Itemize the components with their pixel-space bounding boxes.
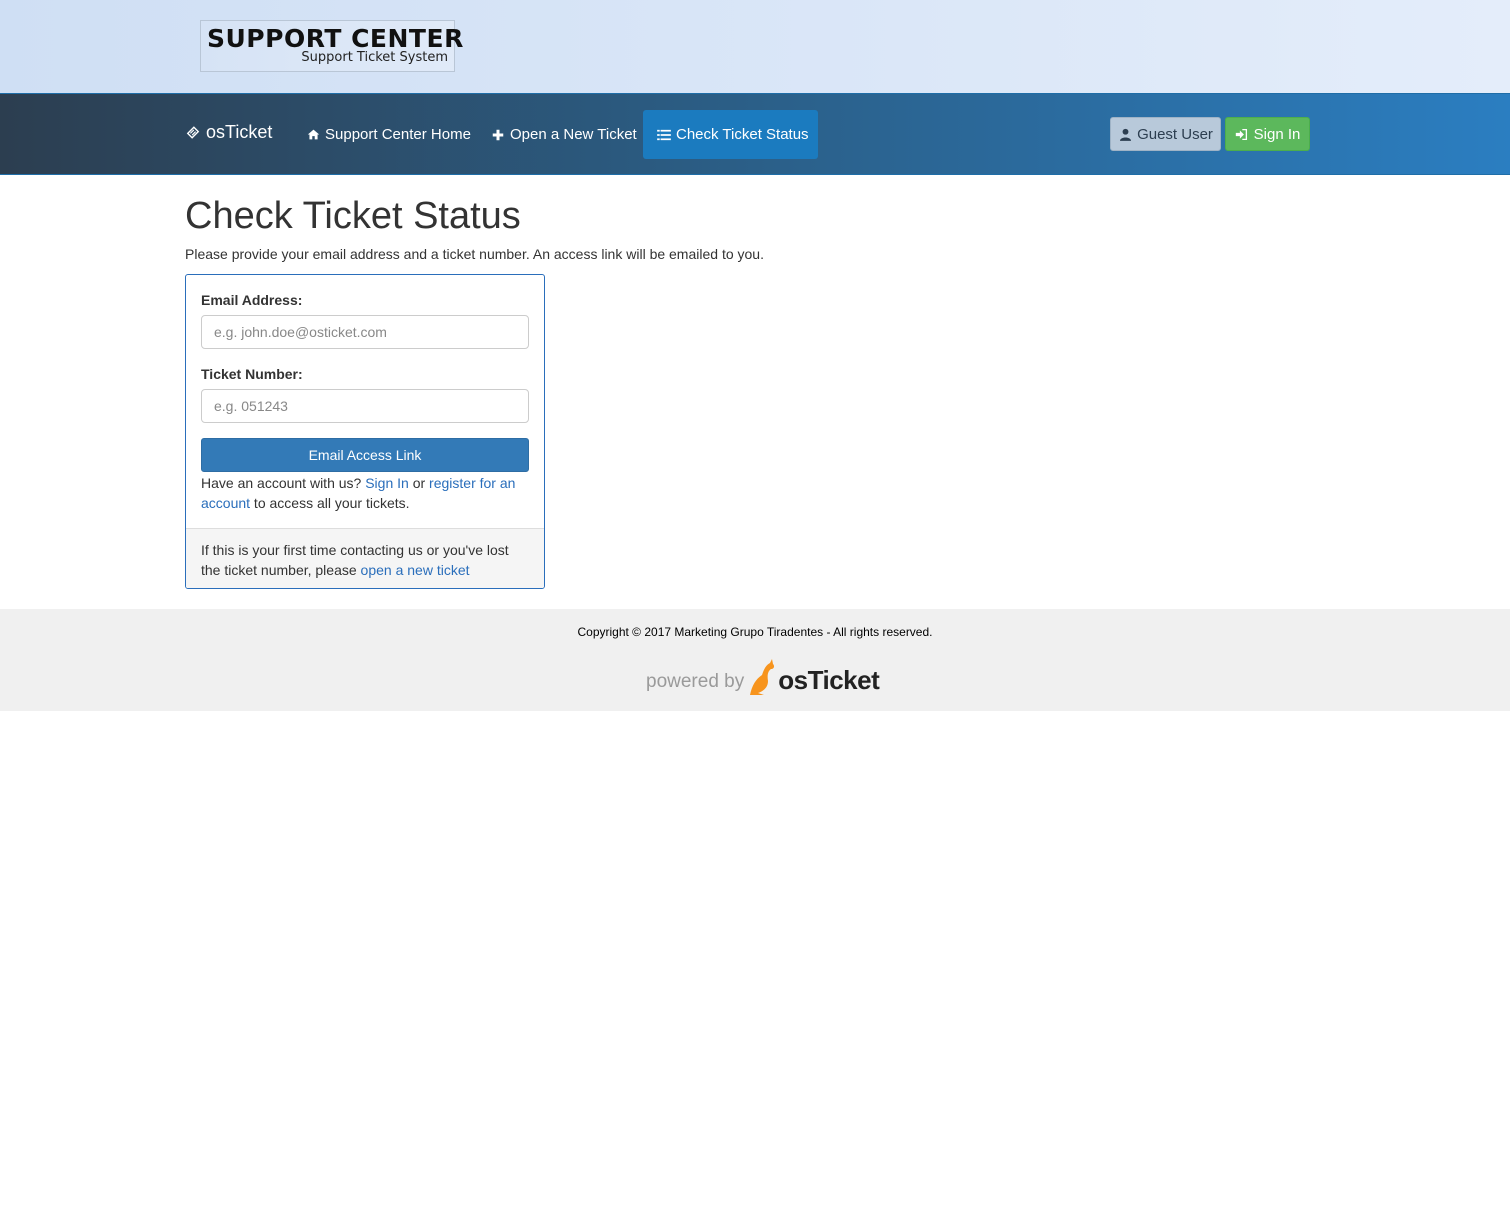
- ticket-icon: [186, 126, 200, 140]
- nav-check-ticket-status[interactable]: Check Ticket Status: [643, 110, 818, 159]
- logo-title: SUPPORT CENTER: [207, 24, 464, 53]
- list-icon: [657, 128, 671, 142]
- open-new-ticket-link[interactable]: open a new ticket: [361, 562, 470, 578]
- account-text-prefix: Have an account with us?: [201, 475, 366, 491]
- sign-in-icon: [1235, 127, 1249, 141]
- nav-open-label: Open a New Ticket: [510, 126, 637, 143]
- user-icon: [1118, 127, 1132, 141]
- page-title: Check Ticket Status: [185, 195, 521, 237]
- osticket-footer-logo: osTicket: [778, 665, 880, 695]
- email-label: Email Address:: [201, 292, 303, 308]
- sign-in-label: Sign In: [1253, 125, 1301, 143]
- guest-user-label: Guest User: [1137, 125, 1213, 143]
- brand-label: osTicket: [206, 122, 273, 142]
- nav-sign-in-button[interactable]: Sign In: [1225, 117, 1310, 151]
- nav-open-new-ticket[interactable]: Open a New Ticket: [477, 110, 651, 159]
- ticket-number-input[interactable]: [201, 389, 529, 423]
- email-input[interactable]: [201, 315, 529, 349]
- email-access-link-button[interactable]: Email Access Link: [201, 438, 529, 472]
- brand-link[interactable]: osTicket: [186, 122, 272, 143]
- navbar: osTicket Support Center Home Open a New …: [0, 93, 1510, 175]
- account-text-middle: or: [408, 475, 430, 491]
- account-text: Have an account with us? Sign In or regi…: [201, 473, 531, 513]
- check-status-form: Email Address: Ticket Number: Email Acce…: [185, 274, 545, 589]
- powered-by-label: powered by: [646, 671, 745, 692]
- card-footer: If this is your first time contacting us…: [186, 528, 544, 588]
- ticket-number-label: Ticket Number:: [201, 366, 303, 382]
- top-header: SUPPORT CENTER Support Ticket System: [0, 0, 1510, 93]
- support-center-logo[interactable]: SUPPORT CENTER Support Ticket System: [200, 20, 463, 72]
- powered-by-osticket[interactable]: powered by osTicket: [646, 655, 880, 697]
- first-time-text: If this is your first time contacting us…: [201, 540, 531, 580]
- nav-home-label: Support Center Home: [325, 126, 471, 143]
- plus-icon: [491, 128, 505, 142]
- copyright-text: Copyright © 2017 Marketing Grupo Tiraden…: [577, 625, 933, 639]
- nav-support-center-home[interactable]: Support Center Home: [292, 110, 485, 159]
- intro-text: Please provide your email address and a …: [185, 246, 764, 262]
- guest-user-button[interactable]: Guest User: [1110, 117, 1221, 151]
- page-footer: Copyright © 2017 Marketing Grupo Tiraden…: [0, 609, 1510, 711]
- logo-subtitle: Support Ticket System: [301, 50, 448, 65]
- kangaroo-logo-icon: [746, 657, 776, 697]
- home-icon: [306, 128, 320, 142]
- nav-check-label: Check Ticket Status: [676, 126, 809, 143]
- account-text-suffix: to access all your tickets.: [250, 495, 410, 511]
- sign-in-link[interactable]: Sign In: [365, 475, 409, 491]
